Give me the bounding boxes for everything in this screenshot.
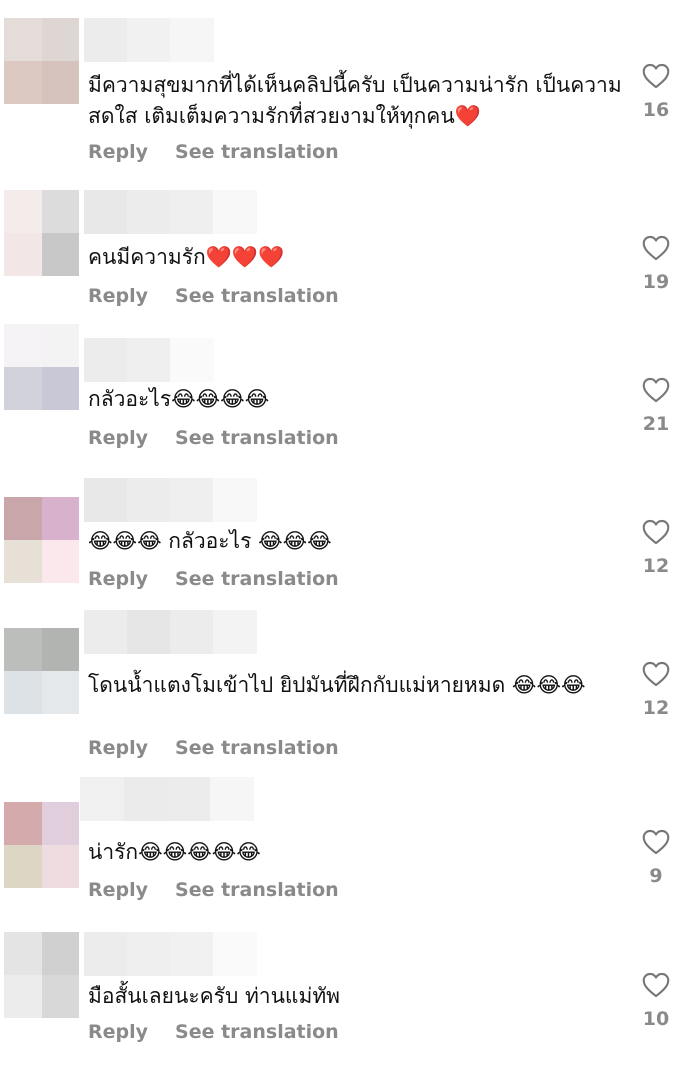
heart-icon[interactable]	[642, 519, 670, 545]
see-translation-button[interactable]: See translation	[175, 285, 339, 307]
like-count: 10	[642, 1008, 670, 1030]
see-translation-button[interactable]: See translation	[175, 879, 339, 901]
like-count: 19	[642, 271, 670, 293]
reply-button[interactable]: Reply	[88, 1021, 148, 1043]
comment-text: มีความสุขมากที่ได้เห็นคลิปนี้ครับ เป็นคว…	[88, 73, 622, 128]
reply-button[interactable]: Reply	[88, 737, 148, 759]
comment-actions: Reply See translation	[88, 427, 339, 449]
reply-button[interactable]: Reply	[88, 427, 148, 449]
like-count: 12	[642, 555, 670, 577]
reply-button[interactable]: Reply	[88, 141, 148, 163]
like-count: 16	[642, 99, 670, 121]
like-area: 19	[636, 235, 676, 293]
reply-button[interactable]: Reply	[88, 285, 148, 307]
see-translation-button[interactable]: See translation	[175, 141, 339, 163]
heart-icon[interactable]	[642, 235, 670, 261]
username-blurred[interactable]	[84, 932, 257, 976]
comment-text: คนมีความรัก❤️❤️❤️	[88, 245, 285, 269]
heart-icon[interactable]	[642, 661, 670, 687]
see-translation-button[interactable]: See translation	[175, 1021, 339, 1043]
heart-icon[interactable]	[642, 377, 670, 403]
comment-actions: Reply See translation	[88, 285, 339, 307]
comment-text: 😂😂😂 กลัวอะไร 😂😂😂	[88, 529, 332, 553]
like-area: 12	[636, 519, 676, 577]
like-area: 10	[636, 972, 676, 1030]
avatar[interactable]	[4, 190, 79, 276]
avatar[interactable]	[4, 497, 79, 583]
like-count: 9	[649, 865, 663, 887]
like-count: 12	[642, 697, 670, 719]
heart-icon[interactable]	[642, 63, 670, 89]
like-area: 12	[636, 661, 676, 719]
heart-icon[interactable]	[642, 972, 670, 998]
username-blurred[interactable]	[84, 610, 257, 654]
avatar[interactable]	[4, 324, 79, 410]
username-blurred[interactable]	[84, 18, 214, 62]
username-blurred[interactable]	[80, 777, 254, 821]
avatar[interactable]	[4, 802, 79, 888]
reply-button[interactable]: Reply	[88, 879, 148, 901]
comment-text: มือสั้นเลยนะครับ ท่านแม่ทัพ	[88, 984, 340, 1008]
comment-text: โดนน้ำแตงโมเข้าไป ยิปมันที่ฝึกกับแม่หายห…	[88, 673, 586, 697]
avatar[interactable]	[4, 932, 79, 1018]
like-area: 9	[636, 829, 676, 887]
username-blurred[interactable]	[84, 338, 214, 382]
avatar[interactable]	[4, 18, 79, 104]
see-translation-button[interactable]: See translation	[175, 427, 339, 449]
comment-actions: Reply See translation	[88, 141, 339, 163]
comment-text: กลัวอะไร😂😂😂😂	[88, 387, 270, 411]
like-area: 16	[636, 63, 676, 121]
comment-text: น่ารัก😂😂😂😂😂	[88, 840, 261, 864]
username-blurred[interactable]	[84, 190, 257, 234]
heart-icon[interactable]	[642, 829, 670, 855]
see-translation-button[interactable]: See translation	[175, 737, 339, 759]
comment-actions: Reply See translation	[88, 1021, 339, 1043]
comment-actions: Reply See translation	[88, 879, 339, 901]
see-translation-button[interactable]: See translation	[175, 568, 339, 590]
username-blurred[interactable]	[84, 478, 257, 522]
comment-actions: Reply See translation	[88, 737, 339, 759]
like-area: 21	[636, 377, 676, 435]
comment-actions: Reply See translation	[88, 568, 339, 590]
avatar[interactable]	[4, 628, 79, 714]
reply-button[interactable]: Reply	[88, 568, 148, 590]
like-count: 21	[642, 413, 670, 435]
